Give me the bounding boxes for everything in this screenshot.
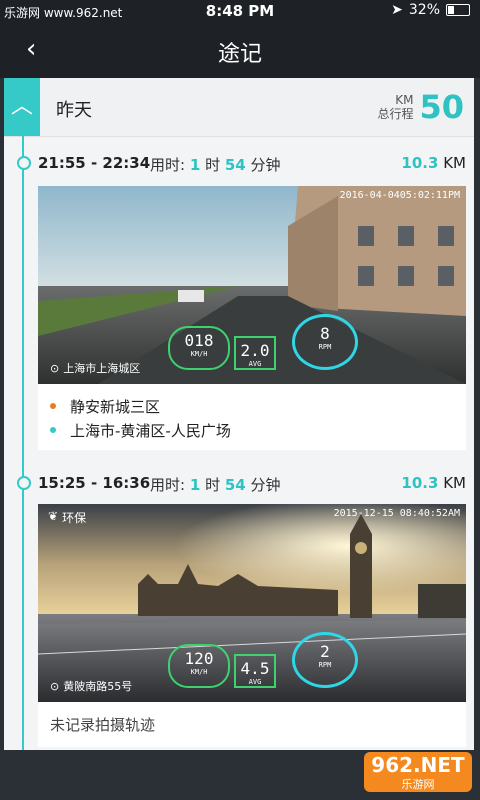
location-pin-icon: ⊙: [50, 679, 60, 693]
site-watermark-logo: 962.NET 乐游网: [364, 752, 472, 792]
leaf-icon: ❦: [48, 509, 59, 523]
speed-gauge: 018 KM/H: [168, 326, 230, 370]
speed-gauge: 120 KM/H: [168, 644, 230, 688]
rpm-gauge: 2 RPM: [292, 632, 358, 688]
timeline-dot: [17, 476, 31, 490]
no-track-note: 未记录拍摄轨迹: [50, 716, 156, 734]
photo-timestamp: 2016-04-0405:02:11PM: [339, 190, 460, 201]
trip-time-range: 15:25 - 16:36: [38, 474, 151, 492]
day-header[interactable]: ︿ 昨天 KM 总行程 50: [4, 78, 474, 137]
trip-card[interactable]: ❦ 环保 2015-12-15 08:40:52AM ⊙ 黄陂南路55号 120 KM…: [38, 504, 466, 747]
total-label: 总行程: [377, 107, 414, 121]
trip-photo[interactable]: ❦ 环保 2015-12-15 08:40:52AM ⊙ 黄陂南路55号 120 KM…: [38, 504, 466, 702]
trip-duration: 用时: 1 时 54 分钟: [150, 156, 281, 174]
trip-card[interactable]: 2016-04-0405:02:11PM ⊙ 上海市上海城区 018 KM/H 2.…: [38, 186, 466, 450]
start-dot-icon: [50, 403, 56, 409]
chevron-up-icon: ︿: [10, 94, 33, 119]
total-distance: KM 总行程 50: [377, 88, 464, 126]
status-bar: 乐游网 www.962.net 8:48 PM ➤ 32%: [0, 0, 480, 22]
trip-header: 15:25 - 16:36 用时: 1 时 54 分钟 10.3 KM: [38, 468, 466, 498]
timeline-line: [22, 136, 24, 750]
trip-duration: 用时: 1 时 54 分钟: [150, 476, 281, 494]
trip-photo[interactable]: 2016-04-0405:02:11PM ⊙ 上海市上海城区 018 KM/H 2.…: [38, 186, 466, 384]
route-end: 上海市-黄浦区-人民广场: [50, 418, 454, 442]
end-dot-icon: [50, 427, 56, 433]
route-start: 静安新城三区: [50, 394, 454, 418]
collapse-toggle[interactable]: ︿: [4, 78, 40, 136]
trip-distance: 10.3 KM: [401, 154, 466, 172]
photo-timestamp: 2015-12-15 08:40:52AM: [333, 508, 460, 519]
photo-tag: ❦ 环保: [48, 509, 87, 525]
trip-distance: 10.3 KM: [401, 474, 466, 492]
trip-header: 21:55 - 22:34 用时: 1 时 54 分钟 10.3 KM: [38, 148, 466, 178]
rpm-gauge: 8 RPM: [292, 314, 358, 370]
total-unit: KM: [395, 93, 414, 107]
status-right: ➤ 32%: [391, 2, 470, 18]
total-label-group: KM 总行程: [377, 93, 413, 121]
location-arrow-icon: ➤: [391, 2, 403, 18]
photo-location: ⊙ 上海市上海城区: [50, 361, 141, 376]
trip-route: 静安新城三区 上海市-黄浦区-人民广场: [38, 384, 466, 450]
location-pin-icon: ⊙: [50, 361, 60, 375]
trip-list[interactable]: ︿ 昨天 KM 总行程 50 21:55 - 22:34 用时: 1 时 54 …: [4, 78, 474, 750]
battery-icon: [446, 4, 470, 16]
nav-bar: ‹ 途记: [0, 22, 480, 78]
page-title: 途记: [217, 42, 262, 67]
timeline-dot: [17, 156, 31, 170]
photo-location: ⊙ 黄陂南路55号: [50, 679, 133, 694]
battery-percent: 32%: [408, 2, 440, 18]
avg-gauge: 2.0 AVG: [234, 336, 276, 370]
total-value: 50: [419, 88, 464, 126]
trip-time-range: 21:55 - 22:34: [38, 154, 151, 172]
avg-gauge: 4.5 AVG: [234, 654, 276, 688]
day-label: 昨天: [56, 100, 92, 121]
